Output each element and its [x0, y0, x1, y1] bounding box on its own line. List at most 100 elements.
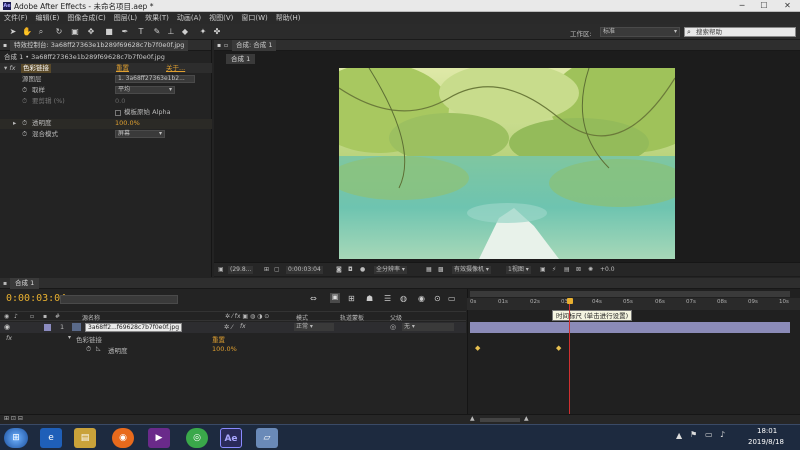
document-app-icon[interactable]: ▱: [256, 428, 278, 448]
clock-date[interactable]: 2019/8/18: [748, 438, 784, 446]
color-channel-icon[interactable]: ●: [360, 266, 365, 274]
lock-column-icon[interactable]: ▫: [30, 313, 34, 320]
toggle-pixel-aspect-icon[interactable]: ▣: [540, 266, 546, 274]
frame-blending-icon[interactable]: ☰: [384, 294, 391, 303]
panel-menu-icon[interactable]: ▪: [217, 40, 221, 51]
hand-tool-icon[interactable]: ✋: [22, 27, 32, 37]
zoom-in-icon[interactable]: ▲: [524, 415, 529, 422]
opacity-value[interactable]: 100.0%: [115, 119, 140, 128]
effect-about-link[interactable]: 关于...: [166, 64, 185, 73]
puppet-tool-icon[interactable]: ✤: [212, 27, 222, 37]
workspace-dropdown[interactable]: 标准 ▾: [600, 27, 680, 37]
pen-tool-icon[interactable]: ✒: [120, 27, 130, 37]
search-help-field[interactable]: ⌕ 搜索帮助: [684, 27, 796, 37]
minimize-button[interactable]: ─: [731, 0, 753, 12]
stencil-alpha-checkbox[interactable]: [115, 110, 121, 116]
menu-edit[interactable]: 编辑(E): [32, 12, 64, 24]
graph-editor-icon[interactable]: ⊙: [434, 294, 441, 303]
tab-timeline-comp[interactable]: 合成 1: [10, 278, 40, 289]
clock-time[interactable]: 18:01: [757, 427, 777, 435]
timeline-effect-reset[interactable]: 重置: [212, 334, 225, 344]
timeline-zoom-slider[interactable]: [480, 418, 520, 422]
grid-icon[interactable]: ⊞: [264, 266, 269, 274]
layer-name[interactable]: 3a68ff2...f69628c7b7f0e0f.jpg: [85, 323, 183, 332]
audio-toggle-icon[interactable]: ♪: [14, 313, 18, 320]
rectangle-tool-icon[interactable]: ■: [104, 27, 114, 37]
exposure-value[interactable]: +0.0: [600, 266, 615, 274]
layer-switches[interactable]: ✲ ⁄: [224, 323, 233, 331]
browser-360-icon[interactable]: ◎: [186, 428, 208, 448]
fx-badge-icon[interactable]: ▾ fx: [4, 64, 15, 73]
resolution-dropdown[interactable]: 全分辨率 ▾: [374, 266, 407, 274]
tray-up-arrow-icon[interactable]: ▲: [676, 431, 682, 440]
timeline-search-input[interactable]: [60, 295, 178, 304]
playhead-line[interactable]: [569, 304, 570, 418]
menu-layer[interactable]: 图层(L): [110, 12, 141, 24]
column-parent[interactable]: 父级: [390, 313, 402, 322]
toggle-switches-icon[interactable]: ⊞ ⊡ ⊟: [4, 415, 23, 422]
media-player-icon[interactable]: ▶: [148, 428, 170, 448]
composition-viewer-image[interactable]: [339, 68, 675, 259]
layer-mode-dropdown[interactable]: 正常 ▾: [294, 323, 334, 331]
brainstorm-icon[interactable]: ◉: [418, 294, 425, 303]
sample-dropdown[interactable]: 平均 ▾: [115, 86, 175, 94]
tray-monitor-icon[interactable]: ▭: [705, 430, 713, 439]
menu-window[interactable]: 窗口(W): [237, 12, 271, 24]
layer-number-icon[interactable]: #: [55, 313, 60, 320]
eye-icon[interactable]: ◉: [4, 323, 10, 331]
effect-name[interactable]: 色彩链接: [21, 64, 51, 73]
rotate-tool-icon[interactable]: ↻: [54, 27, 64, 37]
fx-switch-icon[interactable]: fx: [240, 323, 246, 330]
menu-view[interactable]: 视图(V): [205, 12, 237, 24]
firefox-icon[interactable]: ◉: [112, 428, 134, 448]
zoom-tool-icon[interactable]: ⌕: [36, 27, 46, 37]
graph-editor-toggle-icon[interactable]: ▭: [448, 294, 456, 303]
layer-duration-bar[interactable]: [470, 322, 790, 333]
eraser-tool-icon[interactable]: ◆: [180, 27, 190, 37]
motion-blur-icon[interactable]: ◍: [400, 294, 407, 303]
keyframe-icon[interactable]: ◆: [556, 344, 561, 352]
parent-pickwhip-icon[interactable]: ◎: [390, 323, 396, 331]
camera-dropdown[interactable]: 有效摄像机 ▾: [452, 266, 491, 274]
source-layer-dropdown[interactable]: 1. 3a68ff27363e1b2...: [115, 75, 195, 83]
column-source-name[interactable]: 源名称: [82, 313, 100, 322]
expand-arrow-icon[interactable]: ▸: [13, 119, 16, 128]
volume-icon[interactable]: ♪: [720, 430, 725, 439]
zoom-level-dropdown[interactable]: (29.8...: [228, 266, 254, 274]
camera-tool-icon[interactable]: ▣: [70, 27, 80, 37]
transparency-grid-icon[interactable]: ▩: [438, 266, 444, 274]
menu-animation[interactable]: 动画(A): [173, 12, 205, 24]
zoom-out-icon[interactable]: ▲: [470, 415, 475, 422]
keyframe-icon[interactable]: ◆: [475, 344, 480, 352]
tray-flag-icon[interactable]: ⚑: [690, 430, 697, 439]
stopwatch-icon[interactable]: ⏱: [22, 86, 27, 95]
menu-help[interactable]: 帮助(H): [272, 12, 305, 24]
selection-tool-icon[interactable]: ➤: [8, 27, 18, 37]
clone-stamp-tool-icon[interactable]: ⊥: [166, 27, 176, 37]
layer-parent-dropdown[interactable]: 无 ▾: [402, 323, 454, 331]
timeline-effect-name[interactable]: 色彩链接: [76, 334, 102, 344]
video-toggle-icon[interactable]: ◉: [4, 313, 9, 320]
views-dropdown[interactable]: 1视图 ▾: [506, 266, 531, 274]
pan-behind-tool-icon[interactable]: ✥: [86, 27, 96, 37]
shy-layers-icon[interactable]: ☗: [366, 294, 373, 303]
brush-tool-icon[interactable]: ✎: [152, 27, 162, 37]
panel-menu-icon[interactable]: ▪: [3, 40, 7, 51]
graph-icon[interactable]: ◺: [96, 345, 101, 352]
expand-arrow-icon[interactable]: ▾: [68, 334, 71, 341]
timeline-timecode[interactable]: 0:00:03:04: [6, 293, 66, 304]
fx-icon[interactable]: fx: [6, 334, 12, 342]
show-snapshot-icon[interactable]: ◘: [348, 266, 353, 274]
column-mode[interactable]: 模式: [296, 313, 308, 322]
ie-browser-icon[interactable]: e: [40, 428, 62, 448]
comp-timecode[interactable]: 0:00:03:04: [286, 266, 323, 274]
start-button-icon[interactable]: ⊞: [4, 428, 28, 448]
work-area-bar[interactable]: [470, 291, 790, 297]
playhead-handle[interactable]: [567, 298, 573, 304]
snapshot-icon[interactable]: ◙: [336, 266, 342, 274]
menu-file[interactable]: 文件(F): [0, 12, 32, 24]
text-tool-icon[interactable]: T: [136, 27, 146, 37]
stopwatch-icon[interactable]: ⏱: [22, 130, 27, 139]
reset-exposure-icon[interactable]: ✺: [588, 266, 593, 274]
live-update-icon[interactable]: ▣: [330, 293, 340, 303]
